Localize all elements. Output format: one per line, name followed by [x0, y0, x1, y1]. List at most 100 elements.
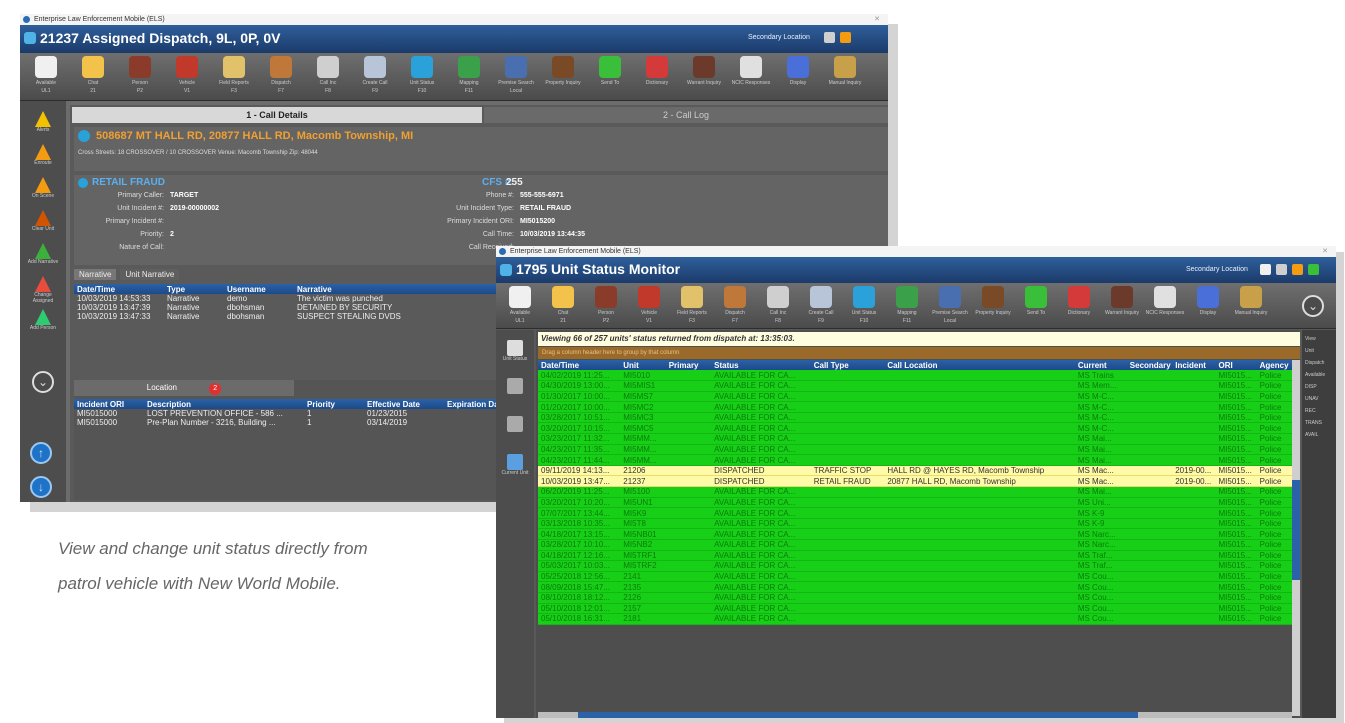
- filter-item[interactable]: View: [1305, 336, 1316, 342]
- toolbar-button[interactable]: Premise Search Local: [496, 56, 536, 94]
- toolbar-button[interactable]: Send To: [590, 56, 630, 88]
- toolbar-button[interactable]: NCIC Responses: [731, 56, 771, 88]
- column-header[interactable]: Priority: [304, 399, 364, 409]
- toolbar-button[interactable]: Field Reports F3: [672, 286, 712, 324]
- table-row[interactable]: 07/07/2017 13:44... MI5K9 AVAILABLE FOR CA…: [538, 507, 1300, 519]
- vertical-scrollbar[interactable]: [1292, 360, 1300, 716]
- table-row[interactable]: MI5015000 Pre-Plan Number - 3216, Buildin…: [74, 418, 518, 427]
- table-row[interactable]: 10/03/2019 13:47:39 Narrative dbohsman DETA…: [74, 303, 518, 312]
- sidebar-button[interactable]: Add Narrative: [26, 243, 60, 265]
- table-row[interactable]: 04/18/2017 12:16... MI5TRF1 AVAILABLE FOR …: [538, 550, 1300, 562]
- table-row[interactable]: 01/20/2017 10:00... MI5MC2 AVAILABLE FOR C…: [538, 401, 1300, 413]
- column-header[interactable]: Type: [164, 284, 224, 294]
- toolbar-button[interactable]: Field Reports F3: [214, 56, 254, 94]
- horizontal-scrollbar[interactable]: [538, 712, 1292, 718]
- column-header[interactable]: Username: [224, 284, 294, 294]
- expand-down-icon[interactable]: ⌄: [1302, 295, 1324, 317]
- toolbar-button[interactable]: Call Inc F8: [758, 286, 798, 324]
- toolbar-button[interactable]: Create Call F9: [355, 56, 395, 94]
- toolbar-button[interactable]: Property Inquiry: [973, 286, 1013, 318]
- table-row[interactable]: 08/10/2018 18:12... 2126 AVAILABLE FOR CA.…: [538, 592, 1300, 604]
- table-row[interactable]: 03/13/2018 10:35... MI5T8 AVAILABLE FOR CA…: [538, 518, 1300, 530]
- toolbar-button[interactable]: NCIC Responses: [1145, 286, 1185, 318]
- toolbar-button[interactable]: Manual Inquiry: [1231, 286, 1271, 318]
- sidebar-button[interactable]: Unit Status: [498, 340, 532, 362]
- table-row[interactable]: 04/30/2019 13:00... MI5MIS1 AVAILABLE FOR …: [538, 380, 1300, 392]
- column-header[interactable]: Date/Time: [538, 360, 621, 370]
- table-row[interactable]: 05/25/2018 12:56... 2141 AVAILABLE FOR CA.…: [538, 571, 1300, 583]
- narrative-subtab[interactable]: Unit Narrative: [120, 269, 180, 280]
- table-row[interactable]: 06/20/2019 11:25... MI5100 AVAILABLE FOR C…: [538, 486, 1300, 498]
- scroll-down-icon[interactable]: ↓: [30, 476, 52, 498]
- tab-call-details[interactable]: 1 - Call Details: [72, 107, 482, 123]
- toolbar-button[interactable]: Chat 21: [543, 286, 583, 324]
- filter-item[interactable]: TRANS: [1305, 420, 1322, 426]
- column-header[interactable]: Primary: [665, 360, 712, 370]
- column-header[interactable]: Current: [1074, 360, 1127, 370]
- toolbar-button[interactable]: Mapping F11: [887, 286, 927, 324]
- toolbar-button[interactable]: Call Inc F8: [308, 56, 348, 94]
- table-row[interactable]: 03/20/2017 10:15... MI5MC5 AVAILABLE FOR C…: [538, 422, 1300, 435]
- table-row[interactable]: 03/20/2017 10:20... MI5UN1 AVAILABLE FOR C…: [538, 497, 1300, 509]
- signal-icon[interactable]: [1308, 264, 1319, 275]
- toolbar-button[interactable]: Vehicle V1: [629, 286, 669, 324]
- toolbar-button[interactable]: Dispatch F7: [715, 286, 755, 324]
- toolbar-button[interactable]: Manual Inquiry: [825, 56, 865, 88]
- table-row[interactable]: 05/03/2017 10:03... MI5TRF2 AVAILABLE FOR …: [538, 560, 1300, 572]
- filter-item[interactable]: AVAIL: [1305, 432, 1318, 438]
- toolbar-button[interactable]: Warrant Inquiry: [1102, 286, 1142, 318]
- filter-item[interactable]: DISP: [1305, 384, 1317, 390]
- column-header[interactable]: ORI: [1215, 360, 1257, 370]
- table-row[interactable]: 10/03/2019 13:47:33 Narrative dbohsman SUSP…: [74, 312, 518, 321]
- table-row[interactable]: 10/03/2019 13:47... 21237 DISPATCHED RETAIL…: [538, 475, 1300, 488]
- sidebar-button[interactable]: Clear Unit: [26, 210, 60, 232]
- toolbar-button[interactable]: Unit Status F10: [844, 286, 884, 324]
- toolbar-button[interactable]: Mapping F11: [449, 56, 489, 94]
- table-row[interactable]: 04/23/2017 11:44... MI5MM... AVAILABLE FOR…: [538, 454, 1300, 466]
- sidebar-button[interactable]: On Scene: [26, 177, 60, 199]
- sidebar-button[interactable]: Change Assigned: [26, 276, 60, 304]
- phone-icon[interactable]: [1260, 264, 1271, 275]
- toolbar-button[interactable]: Dictionary: [637, 56, 677, 88]
- column-header[interactable]: Unit: [620, 360, 666, 370]
- tools-icon[interactable]: [1276, 264, 1287, 275]
- toolbar-button[interactable]: Create Call F9: [801, 286, 841, 324]
- toolbar-button[interactable]: Premise Search Local: [930, 286, 970, 324]
- toolbar-button[interactable]: Dispatch F7: [261, 56, 301, 94]
- toolbar-button[interactable]: Person P2: [120, 56, 160, 94]
- filter-item[interactable]: Dispatch: [1305, 360, 1324, 366]
- table-row[interactable]: 03/28/2017 10:10... MI5NB2 AVAILABLE FOR C…: [538, 539, 1300, 551]
- table-row[interactable]: MI5015000 LOST PREVENTION OFFICE - 586 ..…: [74, 409, 518, 418]
- sidebar-button[interactable]: Current Unit: [498, 454, 532, 476]
- narrative-subtab[interactable]: Narrative: [74, 269, 117, 280]
- filter-item[interactable]: REC: [1305, 408, 1316, 414]
- sidebar-button[interactable]: Alerts: [26, 111, 60, 133]
- column-header[interactable]: Incident: [1172, 360, 1216, 370]
- toolbar-button[interactable]: Display: [778, 56, 818, 88]
- toolbar-button[interactable]: Vehicle V1: [167, 56, 207, 94]
- table-row[interactable]: 04/23/2017 11:35... MI5MM... AVAILABLE FOR…: [538, 444, 1300, 456]
- sidebar-button[interactable]: Enroute: [26, 144, 60, 166]
- filter-item[interactable]: Available: [1305, 372, 1325, 378]
- cone-icon[interactable]: [1292, 264, 1303, 275]
- toolbar-button[interactable]: Property Inquiry: [543, 56, 583, 88]
- table-row[interactable]: 01/30/2017 10:00... MI5MS7 AVAILABLE FOR C…: [538, 391, 1300, 403]
- table-row[interactable]: 09/11/2019 14:13... 21206 DISPATCHED TRAFFI…: [538, 465, 1300, 477]
- toolbar-button[interactable]: Chat 21: [73, 56, 113, 94]
- close-window-icon[interactable]: ✕: [1322, 246, 1328, 257]
- toolbar-button[interactable]: Person P2: [586, 286, 626, 324]
- group-by-bar[interactable]: Drag a column header here to group by th…: [538, 347, 1300, 359]
- tools-icon[interactable]: [824, 32, 835, 43]
- table-row[interactable]: 04/18/2017 13:15... MI5NB01 AVAILABLE FOR …: [538, 528, 1300, 540]
- table-row[interactable]: 05/10/2018 12:01... 2157 AVAILABLE FOR CA.…: [538, 603, 1300, 615]
- call-address[interactable]: 508687 MT HALL RD, 20877 HALL RD, Macomb…: [96, 130, 413, 142]
- filter-item[interactable]: Unit: [1305, 348, 1314, 354]
- toolbar-button[interactable]: Unit Status F10: [402, 56, 442, 94]
- column-header[interactable]: Call Location: [884, 360, 1075, 370]
- sidebar-button[interactable]: Add Person: [26, 309, 60, 331]
- secondary-location-label[interactable]: Secondary Location: [1186, 266, 1248, 273]
- cone-icon[interactable]: [840, 32, 851, 43]
- column-header[interactable]: Status: [711, 360, 811, 370]
- column-header[interactable]: Incident ORI: [74, 399, 144, 409]
- column-header[interactable]: Secondary: [1126, 360, 1173, 370]
